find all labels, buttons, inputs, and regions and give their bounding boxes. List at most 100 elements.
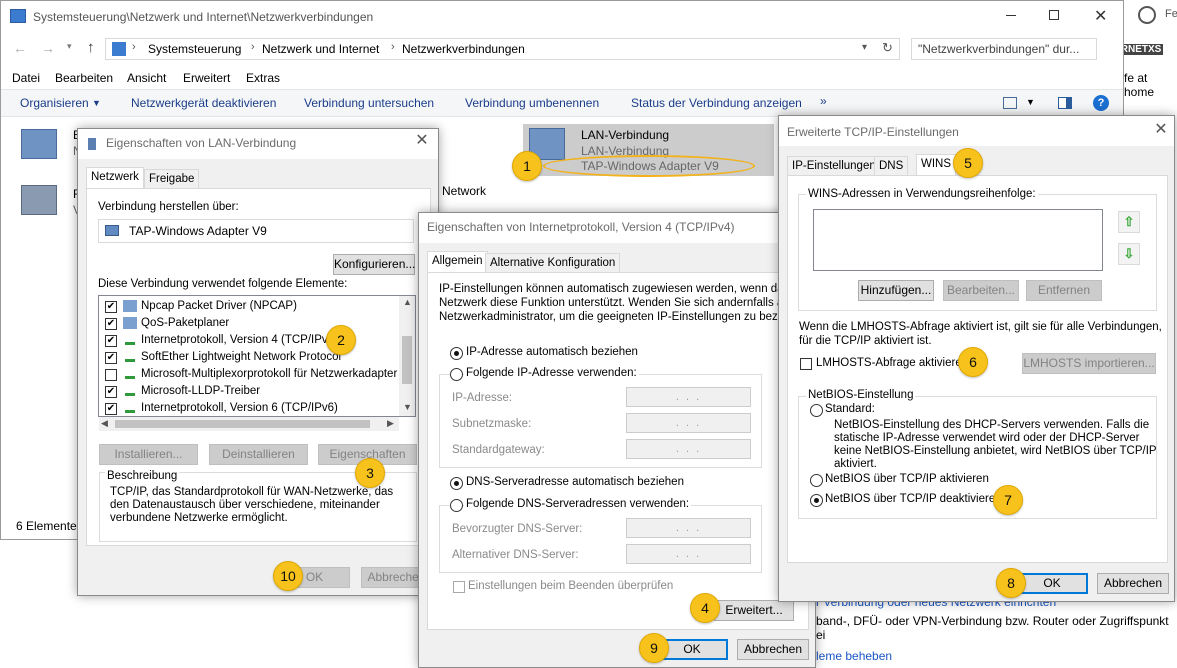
item-checkbox[interactable]: ✔ xyxy=(105,386,117,398)
configure-button[interactable]: Konfigurieren... xyxy=(333,254,415,275)
dns-manual-radio[interactable] xyxy=(450,499,463,512)
remove-button[interactable]: Entfernen xyxy=(1026,280,1102,301)
up-icon[interactable]: ↑ xyxy=(87,39,95,56)
netbios-enable-label[interactable]: NetBIOS über TCP/IP aktivieren xyxy=(825,473,989,485)
network-adapter-icon[interactable] xyxy=(21,129,57,159)
network-adapter-icon[interactable] xyxy=(21,185,57,215)
install-button[interactable]: Installieren... xyxy=(99,444,198,465)
toolbar-status[interactable]: Status der Verbindung anzeigen xyxy=(631,96,802,110)
tab-freigabe[interactable]: Freigabe xyxy=(144,169,200,189)
uninstall-button[interactable]: Deinstallieren xyxy=(209,444,308,465)
advanced-button[interactable]: Erweitert... xyxy=(714,600,794,621)
netbios-disable-radio[interactable] xyxy=(810,494,823,507)
menu-bearbeiten[interactable]: Bearbeiten xyxy=(55,71,113,85)
close-icon[interactable]: ✕ xyxy=(1094,6,1107,26)
tab-alternative-konfiguration[interactable]: Alternative Konfiguration xyxy=(485,253,621,273)
scroll-up-icon[interactable]: ▲ xyxy=(403,297,412,307)
toolbar-organisieren[interactable]: Organisieren xyxy=(20,96,89,110)
view-chevron-icon[interactable]: ▼ xyxy=(1026,97,1035,107)
scroll-down-icon[interactable]: ▼ xyxy=(403,402,412,412)
menu-datei[interactable]: Datei xyxy=(12,71,40,85)
dns-pref-field[interactable]: . . . xyxy=(626,518,751,538)
maximize-icon[interactable] xyxy=(1049,10,1059,20)
dns-alt-field[interactable]: . . . xyxy=(626,544,751,564)
toolbar-umbenennen[interactable]: Verbindung umbenennen xyxy=(465,96,599,110)
toolbar-untersuchen[interactable]: Verbindung untersuchen xyxy=(304,96,434,110)
ip-auto-radio[interactable] xyxy=(450,347,463,360)
organisieren-chevron-icon: ▼ xyxy=(92,98,101,108)
bg-troubleshoot-link[interactable]: leme beheben xyxy=(816,649,892,663)
lmhosts-import-button[interactable]: LMHOSTS importieren... xyxy=(1022,353,1156,374)
subnet-field[interactable]: . . . xyxy=(626,413,751,433)
intro-text: IP-Einstellungen können automatisch zuge… xyxy=(439,283,790,295)
forward-icon[interactable]: → xyxy=(41,40,55,56)
cancel-button[interactable]: Abbrechen xyxy=(1097,573,1169,594)
netbios-enable-radio[interactable] xyxy=(810,474,823,487)
ip-manual-label[interactable]: Folgende IP-Adresse verwenden: xyxy=(464,367,639,379)
help-icon[interactable]: ? xyxy=(1093,95,1109,111)
tab-allgemein[interactable]: Allgemein xyxy=(427,251,488,273)
netbios-standard-label[interactable]: Standard: xyxy=(825,403,875,415)
lmhosts-checkbox[interactable] xyxy=(800,358,812,370)
move-down-icon[interactable]: ⇩ xyxy=(1118,243,1140,265)
tab-wins[interactable]: WINS xyxy=(916,154,957,176)
network-component-icon xyxy=(123,317,137,329)
back-icon[interactable]: ← xyxy=(13,40,27,56)
ip-address-field[interactable]: . . . xyxy=(626,387,751,407)
scroll-thumb[interactable] xyxy=(402,336,412,384)
tab-ip-einstellungen[interactable]: IP-Einstellungen xyxy=(787,156,881,176)
wins-address-list[interactable] xyxy=(813,209,1103,271)
move-up-icon[interactable]: ⇧ xyxy=(1118,211,1140,233)
view-options-icon[interactable] xyxy=(1003,97,1017,109)
dns-auto-radio[interactable] xyxy=(450,477,463,490)
item-checkbox[interactable] xyxy=(105,369,117,381)
breadcrumb-netzwerkverbindungen[interactable]: Netzwerkverbindungen xyxy=(402,42,525,56)
gateway-field[interactable]: . . . xyxy=(626,439,751,459)
cancel-button[interactable]: Abbrechen xyxy=(737,639,809,660)
refresh-icon[interactable]: ↻ xyxy=(882,40,893,56)
close-icon[interactable]: ✕ xyxy=(415,133,429,149)
item-checkbox[interactable]: ✔ xyxy=(105,301,117,313)
minimize-icon[interactable] xyxy=(1006,15,1016,16)
breadcrumb-systemsteuerung[interactable]: Systemsteuerung xyxy=(148,42,241,56)
toolbar-deaktivieren[interactable]: Netzwerkgerät deaktivieren xyxy=(131,96,276,110)
validate-checkbox[interactable] xyxy=(453,581,465,593)
close-icon[interactable]: ✕ xyxy=(1154,122,1168,138)
scroll-right-icon[interactable]: ▶ xyxy=(387,418,394,429)
netbios-disable-label[interactable]: NetBIOS über TCP/IP deaktivieren xyxy=(825,493,1002,505)
edit-button[interactable]: Bearbeiten... xyxy=(943,280,1019,301)
list-hscrollbar[interactable]: ◀ ▶ xyxy=(99,417,399,431)
address-dropdown-icon[interactable]: ▾ xyxy=(862,42,867,53)
ok-button[interactable]: OK xyxy=(1016,573,1088,594)
scroll-left-icon[interactable]: ◀ xyxy=(101,418,108,429)
breadcrumb-netzwerk-internet[interactable]: Netzwerk und Internet xyxy=(262,42,379,56)
validate-label[interactable]: Einstellungen beim Beenden überprüfen xyxy=(468,580,673,592)
menu-erweitert[interactable]: Erweitert xyxy=(183,71,230,85)
add-button[interactable]: Hinzufügen... xyxy=(858,280,934,301)
preview-pane-icon[interactable] xyxy=(1058,97,1072,109)
address-bar[interactable]: › Systemsteuerung › Netzwerk und Interne… xyxy=(105,38,900,60)
toolbar-more-icon[interactable]: » xyxy=(820,94,827,108)
menu-ansicht[interactable]: Ansicht xyxy=(127,71,166,85)
history-chevron-icon[interactable]: ▾ xyxy=(67,41,72,52)
list-scrollbar[interactable]: ▲ ▼ xyxy=(399,296,415,416)
netbios-standard-radio[interactable] xyxy=(810,404,823,417)
hscroll-thumb[interactable] xyxy=(115,420,370,428)
dns-manual-label[interactable]: Folgende DNS-Serveradressen verwenden: xyxy=(464,498,692,510)
lmhosts-label[interactable]: LMHOSTS-Abfrage aktivieren xyxy=(816,357,968,369)
ip-manual-radio[interactable] xyxy=(450,368,463,381)
elements-list[interactable]: ✔ Npcap Packet Driver (NPCAP) ✔ QoS-Paketp… xyxy=(98,295,416,417)
item-checkbox[interactable]: ✔ xyxy=(105,403,117,415)
tab-dns[interactable]: DNS xyxy=(874,156,909,176)
subnet-label: Subnetzmaske: xyxy=(452,418,532,430)
tab-netzwerk[interactable]: Netzwerk xyxy=(86,167,144,189)
item-label: Npcap Packet Driver (NPCAP) xyxy=(141,300,297,312)
search-input[interactable]: "Netzwerkverbindungen" dur... xyxy=(911,38,1097,60)
item-checkbox[interactable]: ✔ xyxy=(105,318,117,330)
item-checkbox[interactable]: ✔ xyxy=(105,352,117,364)
ip-auto-label[interactable]: IP-Adresse automatisch beziehen xyxy=(466,346,638,358)
item-checkbox[interactable]: ✔ xyxy=(105,335,117,347)
menu-extras[interactable]: Extras xyxy=(246,71,280,85)
explorer-title: Systemsteuerung\Netzwerk und Internet\Ne… xyxy=(33,10,374,24)
dns-auto-label[interactable]: DNS-Serveradresse automatisch beziehen xyxy=(466,476,684,488)
